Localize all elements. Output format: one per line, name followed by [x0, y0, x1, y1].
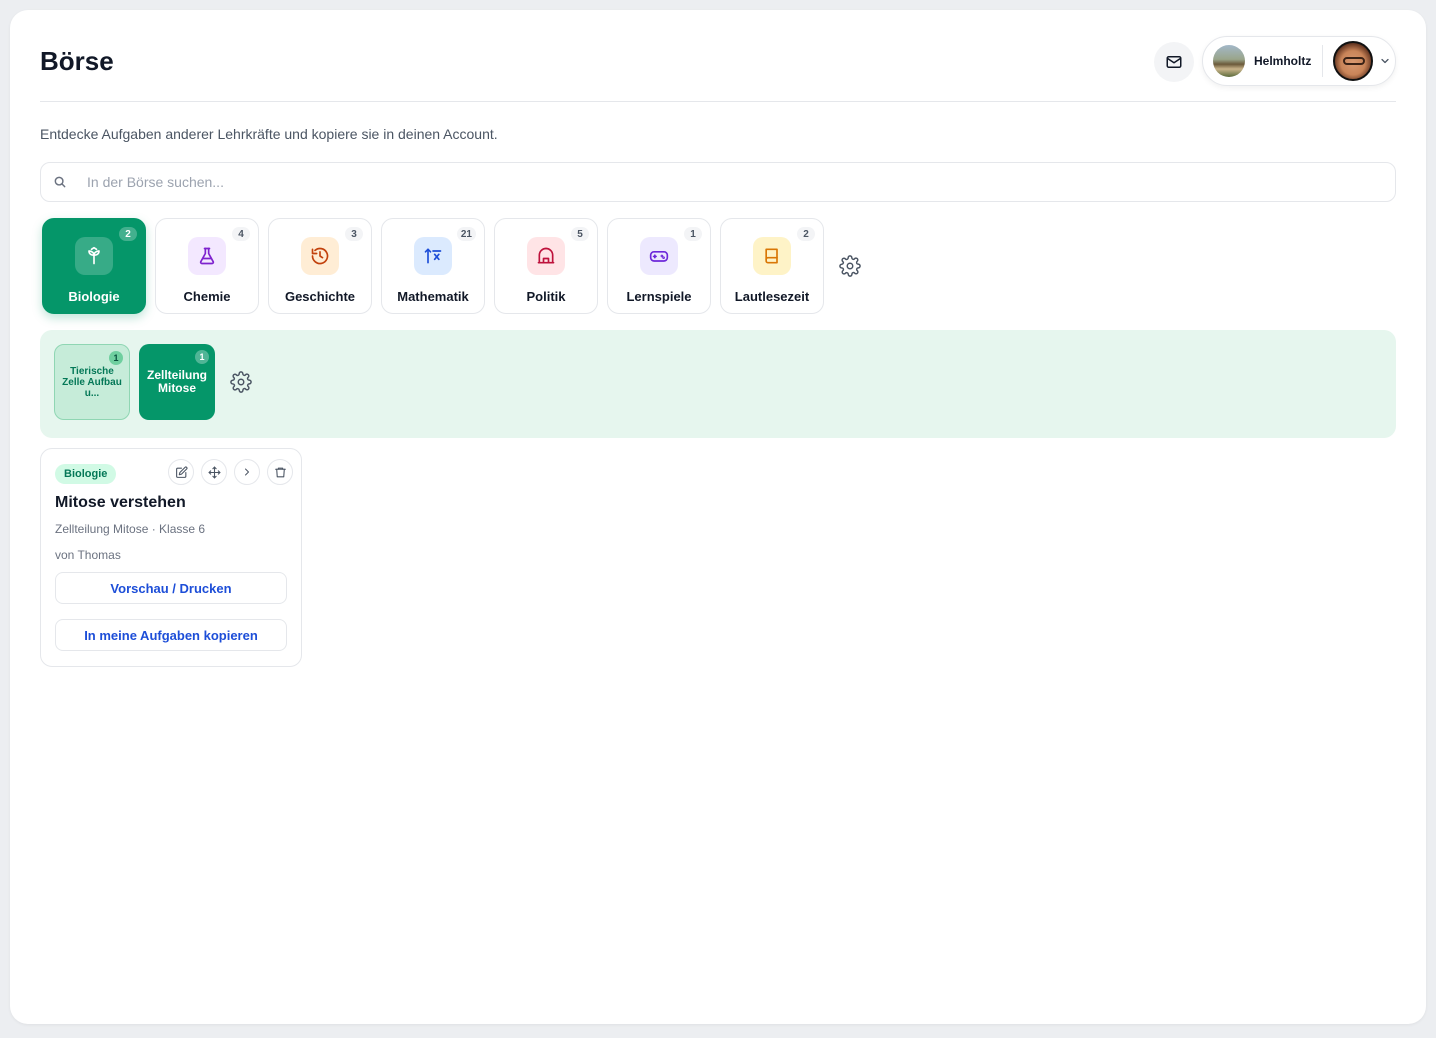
topic-count: 1 — [195, 350, 209, 364]
subject-count: 2 — [797, 227, 815, 241]
subject-count: 21 — [456, 227, 476, 241]
subject-label: Biologie — [68, 289, 120, 304]
subject-count: 5 — [571, 227, 589, 241]
edit-button[interactable] — [168, 459, 194, 485]
subject-filter-row: 2 Biologie 4 Chemie 3 Geschichte 21 Math… — [42, 218, 863, 314]
subject-count: 4 — [232, 227, 250, 241]
preview-print-button[interactable]: Vorschau / Drucken — [55, 572, 287, 604]
open-button[interactable] — [234, 459, 260, 485]
mail-icon — [1166, 56, 1182, 68]
subject-lernspiele[interactable]: 1 Lernspiele — [607, 218, 711, 314]
subject-badge: Biologie — [55, 464, 117, 484]
subject-icon-box — [188, 237, 226, 275]
topic-tierische-zelle[interactable]: 1 Tierische Zelle Aufbau u... — [54, 344, 130, 420]
subject-label: Mathematik — [397, 289, 469, 304]
topic-label: Tierische Zelle Aufbau u... — [62, 365, 122, 399]
card-author: von Thomas — [55, 548, 121, 562]
topic-count: 1 — [109, 351, 123, 365]
move-button[interactable] — [201, 459, 227, 485]
avatar[interactable] — [1333, 41, 1374, 81]
subject-count: 3 — [345, 227, 363, 241]
gamepad-icon — [649, 251, 669, 262]
delete-button[interactable] — [267, 459, 293, 485]
flask-icon — [199, 247, 215, 265]
book-icon — [765, 248, 778, 264]
subject-chemie[interactable]: 4 Chemie — [155, 218, 259, 314]
card-title[interactable]: Mitose verstehen — [55, 494, 186, 512]
subject-lautlesezeit[interactable]: 2 Lautlesezeit — [720, 218, 824, 314]
subject-geschichte[interactable]: 3 Geschichte — [268, 218, 372, 314]
search-input[interactable] — [87, 163, 1377, 201]
card-meta: Zellteilung Mitose · Klasse 6 — [55, 522, 206, 536]
chevron-right-icon — [245, 468, 249, 476]
account-menu[interactable]: Helmholtz — [1202, 36, 1396, 86]
subject-label: Politik — [526, 289, 566, 304]
subject-icon-box — [414, 237, 452, 275]
school-name: Helmholtz — [1254, 54, 1312, 68]
copy-to-tasks-button[interactable]: In meine Aufgaben kopieren — [55, 619, 287, 651]
trash-icon — [274, 467, 286, 477]
page-subtitle: Entdecke Aufgaben anderer Lehrkräfte und… — [40, 126, 498, 142]
school-image — [1213, 45, 1245, 77]
chevron-down-icon[interactable] — [1379, 55, 1391, 67]
edit-icon — [175, 465, 188, 478]
move-icon — [208, 466, 220, 478]
subject-label: Geschichte — [284, 289, 356, 304]
search-icon — [54, 176, 66, 188]
parliament-icon — [537, 247, 555, 264]
topic-label: Zellteilung Mitose — [147, 368, 207, 395]
subject-icon-box — [640, 237, 678, 275]
topic-row: 1 Tierische Zelle Aufbau u... 1 Zellteil… — [54, 344, 254, 420]
topic-settings-button[interactable] — [228, 369, 254, 395]
subject-settings-button[interactable] — [837, 253, 863, 279]
card-actions — [168, 459, 293, 485]
page-title: Börse — [40, 46, 114, 76]
sprout-icon — [88, 246, 100, 265]
subject-mathematik[interactable]: 21 Mathematik — [381, 218, 485, 314]
account-divider — [1322, 45, 1324, 77]
gear-icon — [230, 371, 252, 393]
subject-count: 2 — [119, 227, 137, 241]
task-card: Biologie Mitose verstehen Zellteilung Mi… — [40, 448, 302, 667]
page-header: Börse Helmholtz — [40, 36, 1396, 102]
messages-button[interactable] — [1154, 42, 1194, 82]
search-bar — [40, 162, 1396, 202]
topic-zellteilung-mitose[interactable]: 1 Zellteilung Mitose — [139, 344, 215, 420]
topic-area: 1 Tierische Zelle Aufbau u... 1 Zellteil… — [40, 330, 1396, 438]
subject-politik[interactable]: 5 Politik — [494, 218, 598, 314]
subject-icon-box — [753, 237, 791, 275]
subject-label: Lautlesezeit — [734, 289, 810, 304]
subject-icon-box — [527, 237, 565, 275]
subject-label: Chemie — [183, 289, 231, 304]
subject-icon-box — [301, 237, 339, 275]
subject-icon-box — [75, 237, 113, 275]
gear-icon — [839, 255, 861, 277]
pi-icon — [424, 248, 442, 264]
subject-biologie[interactable]: 2 Biologie — [42, 218, 146, 314]
subject-label: Lernspiele — [626, 289, 692, 304]
subject-count: 1 — [684, 227, 702, 241]
history-icon — [311, 247, 329, 265]
